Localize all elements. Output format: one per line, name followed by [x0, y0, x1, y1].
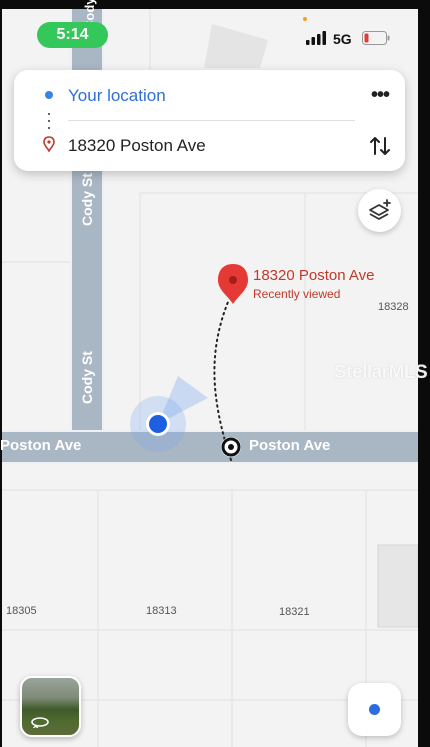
parcel-number: 18313 [146, 605, 177, 617]
street-label-cody-st: Cody St [79, 173, 95, 226]
pin-title[interactable]: 18320 Poston Ave [253, 267, 375, 284]
directions-card: Your location ••• 18320 Poston Ave [14, 70, 405, 171]
building [377, 544, 418, 628]
privacy-indicator-dot [303, 17, 307, 21]
street-label-cody-st: Cody St [79, 351, 95, 404]
parcel-number: 18305 [6, 605, 37, 617]
network-type: 5G [333, 31, 352, 47]
status-time: 5:14 [37, 22, 108, 48]
signal-icon [306, 31, 326, 45]
destination-field[interactable]: 18320 Poston Ave [68, 136, 206, 156]
parcel-number: 18328 [378, 301, 409, 313]
street-label-poston-ave: Poston Ave [0, 437, 82, 454]
street-label-poston-ave: Poston Ave [249, 437, 331, 454]
battery-icon [362, 31, 390, 45]
origin-dot-icon [45, 91, 53, 99]
field-divider [68, 120, 355, 121]
location-dot-icon [369, 704, 380, 715]
map-layers-button[interactable] [358, 189, 401, 232]
recenter-location-button[interactable] [348, 683, 401, 736]
parcel-number: 18321 [279, 606, 310, 618]
origin-field[interactable]: Your location [68, 86, 166, 106]
screen-frame [0, 0, 430, 9]
screen-frame [0, 0, 2, 747]
maps-screen: Poston Ave Poston Ave Cody St Cody St Co… [0, 0, 430, 747]
swap-directions-button[interactable] [369, 134, 391, 158]
pin-subtitle: Recently viewed [253, 287, 341, 301]
street-view-thumbnail-button[interactable] [20, 676, 81, 737]
more-options-button[interactable]: ••• [371, 84, 390, 107]
connector-dots-icon [48, 113, 50, 129]
mls-watermark: StellarMLS [334, 362, 428, 383]
user-location-dot [149, 415, 167, 433]
destination-pin-icon [43, 136, 55, 152]
layers-icon [369, 199, 391, 220]
street-view-360-icon [31, 717, 49, 728]
